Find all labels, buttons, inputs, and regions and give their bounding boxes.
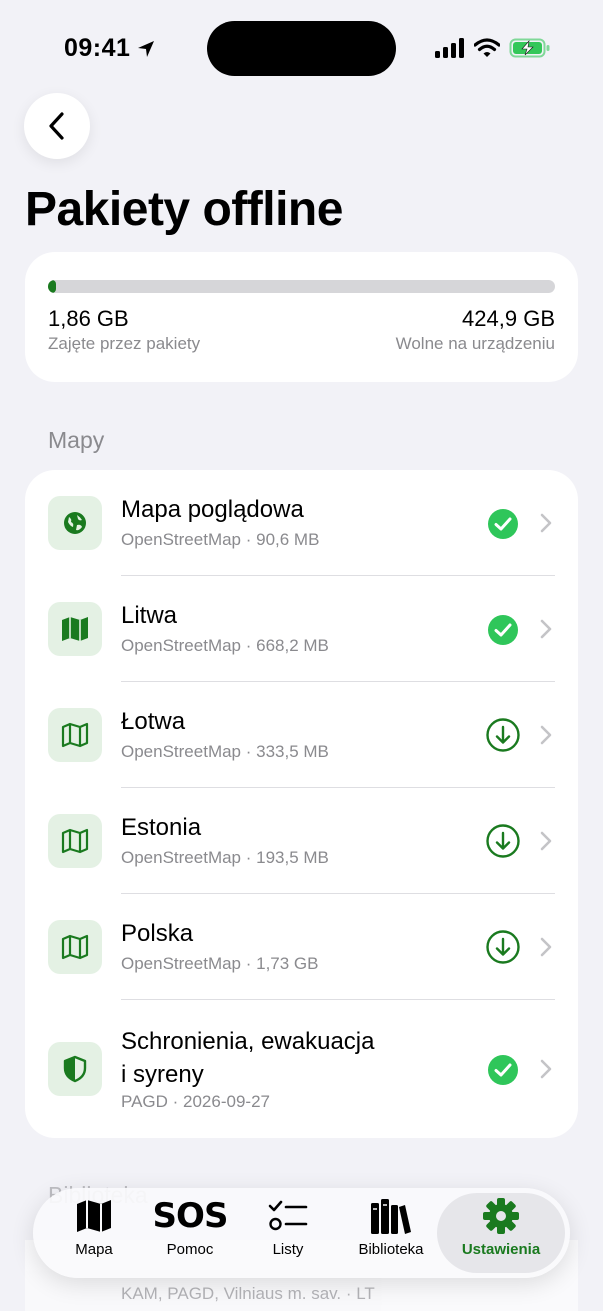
back-button[interactable] [24, 93, 90, 159]
package-title-line: i syreny [121, 1061, 204, 1088]
tab-biblioteka[interactable]: Biblioteka [343, 1193, 439, 1273]
storage-usage-fill [48, 280, 56, 293]
chevron-left-icon [49, 112, 64, 140]
checklist-icon [268, 1193, 308, 1239]
downloaded-check-icon [486, 613, 520, 647]
tab-listy[interactable]: Listy [245, 1193, 331, 1273]
status-icons [435, 37, 551, 59]
downloaded-check-icon [486, 507, 520, 541]
package-title: Łotwa [121, 708, 186, 735]
tab-label: Listy [272, 1241, 304, 1258]
section-title-maps: Mapy [48, 427, 105, 453]
package-title: Mapa poglądowa [121, 496, 304, 523]
chevron-right-icon [540, 937, 552, 957]
tab-bar: Mapa SOS Pomoc Listy Biblioteka Ustawien… [33, 1188, 570, 1278]
package-row[interactable]: Schronienia, ewakuacja i syreny PAGD · 2… [25, 1000, 578, 1138]
tab-label: Pomoc [166, 1241, 214, 1258]
package-title-line: Schronienia, ewakuacja [121, 1028, 375, 1055]
map-icon [76, 1193, 112, 1239]
status-bar: 09:41 [0, 0, 603, 96]
wifi-icon [474, 38, 500, 57]
used-storage-label: Zajęte przez pakiety [48, 334, 201, 353]
location-arrow-icon [138, 40, 155, 57]
used-storage-value: 1,86 GB [48, 306, 129, 331]
chevron-right-icon [540, 619, 552, 639]
chevron-right-icon [540, 831, 552, 851]
page-title: Pakiety offline [25, 183, 343, 236]
package-title: Polska [121, 920, 194, 947]
package-row[interactable]: Estonia OpenStreetMap · 193,5 MB [25, 788, 578, 894]
package-subtitle: PAGD · 2026-09-27 [121, 1092, 270, 1111]
free-storage-value: 424,9 GB [462, 306, 555, 331]
package-title: Schronienia, ewakuacja i syreny [121, 1025, 375, 1091]
download-icon[interactable] [486, 824, 520, 858]
chevron-right-icon [540, 1059, 552, 1079]
chevron-right-icon [540, 513, 552, 533]
chevron-right-icon [540, 725, 552, 745]
package-subtitle: OpenStreetMap · 90,6 MB [121, 530, 320, 549]
storage-summary-card: 1,86 GB Zajęte przez pakiety 424,9 GB Wo… [25, 252, 578, 382]
map-filled-icon [48, 602, 102, 656]
map-outline-icon [48, 708, 102, 762]
package-row[interactable]: Litwa OpenStreetMap · 668,2 MB [25, 576, 578, 682]
packages-list: Mapa poglądowa OpenStreetMap · 90,6 MB L… [25, 470, 578, 1138]
package-title: Litwa [121, 602, 178, 629]
package-subtitle: OpenStreetMap · 333,5 MB [121, 742, 329, 761]
package-row[interactable]: Mapa poglądowa OpenStreetMap · 90,6 MB [25, 470, 578, 576]
package-subtitle: OpenStreetMap · 193,5 MB [121, 848, 329, 867]
sos-icon: SOS [152, 1193, 229, 1239]
download-icon[interactable] [486, 718, 520, 752]
dynamic-island [207, 21, 396, 76]
sos-icon-text: SOS [152, 1196, 229, 1236]
package-row[interactable]: Łotwa OpenStreetMap · 333,5 MB [25, 682, 578, 788]
tab-label: Biblioteka [358, 1241, 424, 1258]
package-title: Estonia [121, 814, 202, 841]
cellular-signal-icon [435, 38, 464, 58]
storage-usage-bar [48, 280, 555, 293]
downloaded-check-icon [486, 1053, 520, 1087]
tab-label: Ustawienia [461, 1241, 541, 1258]
status-time: 09:41 [64, 34, 156, 63]
globe-icon [48, 496, 102, 550]
tab-mapa[interactable]: Mapa [51, 1193, 137, 1273]
download-icon[interactable] [486, 930, 520, 964]
package-subtitle: OpenStreetMap · 668,2 MB [121, 636, 329, 655]
shield-icon [48, 1042, 102, 1096]
gear-icon [482, 1193, 520, 1239]
tab-ustawienia[interactable]: Ustawienia [437, 1193, 565, 1273]
free-storage-label: Wolne na urządzeniu [395, 334, 555, 353]
tab-pomoc[interactable]: SOS Pomoc [147, 1193, 233, 1273]
battery-charging-icon [509, 38, 550, 58]
tab-label: Mapa [75, 1241, 113, 1258]
books-icon [370, 1193, 412, 1239]
time-text: 09:41 [64, 34, 131, 62]
package-subtitle: OpenStreetMap · 1,73 GB [121, 954, 319, 973]
map-outline-icon [48, 920, 102, 974]
map-outline-icon [48, 814, 102, 868]
package-row[interactable]: Polska OpenStreetMap · 1,73 GB [25, 894, 578, 1000]
package-subtitle: KAM, PAGD, Vilniaus m. sav. · LT [121, 1284, 375, 1303]
